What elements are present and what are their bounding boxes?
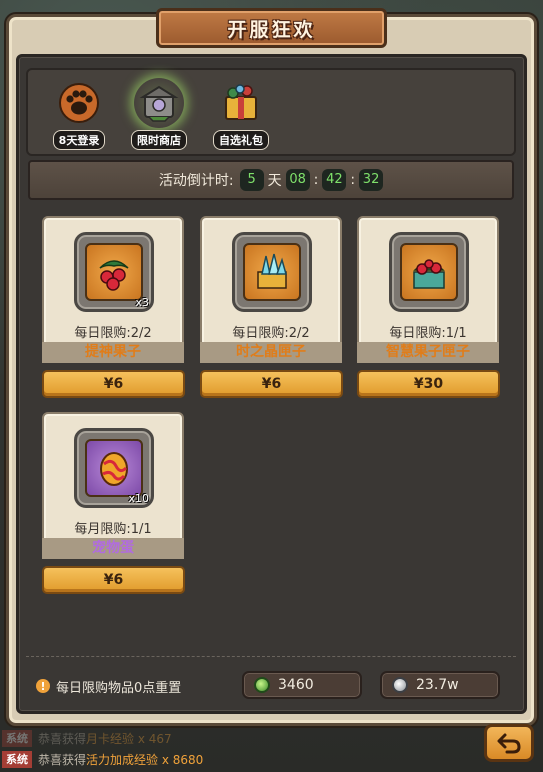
countdown-days: 5 xyxy=(239,169,264,191)
tab-label: 8天登录 xyxy=(52,130,106,150)
item-quantity: x10 xyxy=(128,492,149,505)
window-title: 开服狂欢 xyxy=(227,18,316,41)
system-chat-log: 系统 恭喜获得 月卡经验 x 467 系统 恭喜获得 活力加成经验 x 8680 xyxy=(0,728,480,770)
pet-egg-icon xyxy=(85,439,143,497)
item-quantity: x3 xyxy=(135,296,149,309)
tab-8-day-login[interactable]: 8天登录 xyxy=(48,78,110,150)
purchase-limit: 每日限购:2/2 xyxy=(74,326,152,341)
buy-button[interactable]: ¥30 xyxy=(357,370,500,398)
event-countdown: 活动倒计时: 5 天 08 : 42 : 32 xyxy=(28,160,514,200)
purchase-limit: 每日限购:1/1 xyxy=(389,326,467,341)
title-banner: 开服狂欢 xyxy=(156,8,387,48)
purchase-limit: 每月限购:1/1 xyxy=(74,522,152,537)
price-label: ¥6 xyxy=(103,572,124,588)
item-name: 提神果子 xyxy=(42,342,184,363)
shop-item-card[interactable]: 每日限购:2/2 时之晶匣子 xyxy=(200,216,342,363)
item-slot: x10 xyxy=(74,428,154,508)
countdown-separator: : xyxy=(350,172,356,188)
chat-item: 活力加成经验 x 8680 xyxy=(86,753,204,767)
price-label: ¥6 xyxy=(261,376,282,392)
chat-text: 恭喜获得 xyxy=(38,753,87,767)
chat-item: 月卡经验 x 467 xyxy=(86,732,172,746)
price-label: ¥6 xyxy=(103,376,124,392)
coin-balance[interactable]: 23.7w xyxy=(380,671,500,699)
gift-box-icon xyxy=(216,78,266,128)
item-slot xyxy=(389,232,469,312)
item-slot xyxy=(232,232,312,312)
return-arrow-icon xyxy=(497,733,521,754)
chat-message: 系统 恭喜获得 活力加成经验 x 8680 xyxy=(0,749,480,770)
tab-limited-shop[interactable]: 限时商店 xyxy=(128,78,190,150)
fruit-box-icon xyxy=(400,243,458,301)
buy-button[interactable]: ¥6 xyxy=(42,566,185,594)
footer-divider xyxy=(26,656,516,657)
price-label: ¥30 xyxy=(413,376,444,392)
countdown-seconds: 32 xyxy=(359,169,384,191)
buy-button[interactable]: ¥6 xyxy=(200,370,343,398)
coin-amount: 23.7w xyxy=(416,677,459,693)
reset-notice: ! 每日限购物品0点重置 xyxy=(36,676,181,696)
chat-message: 系统 恭喜获得 月卡经验 x 467 xyxy=(0,728,480,749)
chat-text: 恭喜获得 xyxy=(38,732,87,746)
item-name: 宠物蛋 xyxy=(42,538,184,559)
gem-icon xyxy=(254,677,270,693)
countdown-hours: 08 xyxy=(285,169,310,191)
countdown-minutes: 42 xyxy=(322,169,347,191)
warning-icon: ! xyxy=(36,679,50,693)
item-name: 时之晶匣子 xyxy=(200,342,342,363)
purchase-limit: 每日限购:2/2 xyxy=(232,326,310,341)
coin-icon xyxy=(392,677,408,693)
berry-icon xyxy=(85,243,143,301)
gem-balance[interactable]: 3460 xyxy=(242,671,362,699)
crystal-box-icon xyxy=(243,243,301,301)
countdown-separator: : xyxy=(313,172,319,188)
tab-gift-pack[interactable]: 自选礼包 xyxy=(210,78,272,150)
item-slot: x3 xyxy=(74,232,154,312)
chat-tag: 系统 xyxy=(2,751,32,768)
shop-icon xyxy=(134,78,184,128)
shop-item-card[interactable]: x10 每月限购:1/1 宠物蛋 xyxy=(42,412,184,559)
tab-label: 自选礼包 xyxy=(213,130,269,150)
countdown-label: 活动倒计时: xyxy=(158,173,234,189)
countdown-day-unit: 天 xyxy=(267,173,282,189)
shop-item-card[interactable]: 每日限购:1/1 智慧果子匣子 xyxy=(357,216,499,363)
chat-tag: 系统 xyxy=(2,730,32,747)
gem-amount: 3460 xyxy=(278,677,314,693)
shop-item-card[interactable]: x3 每日限购:2/2 提神果子 xyxy=(42,216,184,363)
return-button[interactable] xyxy=(484,724,534,762)
tab-label: 限时商店 xyxy=(131,130,187,150)
item-name: 智慧果子匣子 xyxy=(357,342,499,363)
paw-icon xyxy=(54,78,104,128)
buy-button[interactable]: ¥6 xyxy=(42,370,185,398)
reset-notice-text: 每日限购物品0点重置 xyxy=(56,680,182,696)
